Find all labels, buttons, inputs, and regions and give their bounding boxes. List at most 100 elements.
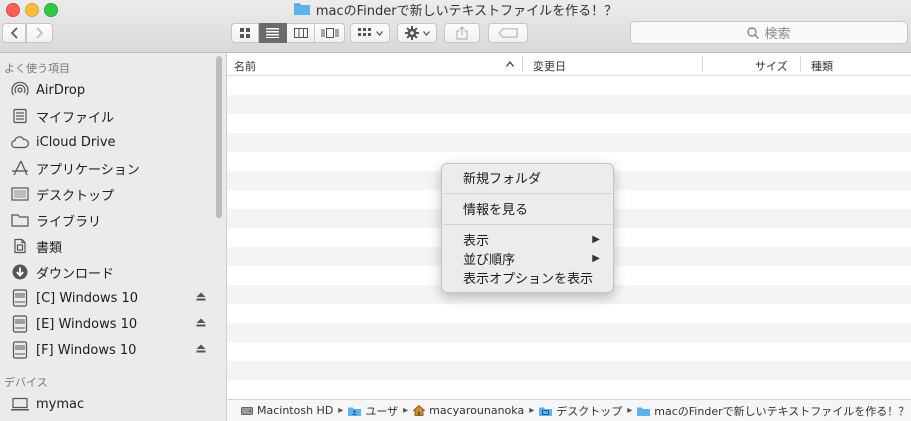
sidebar-item-drive-e[interactable]: [E] Windows 10 [10, 313, 215, 335]
empty-row [227, 361, 911, 380]
path-crumb[interactable]: Macintosh HD [241, 404, 333, 417]
search-icon [747, 26, 760, 39]
column-header-modified[interactable]: 変更日 [533, 58, 566, 74]
column-header-size[interactable]: サイズ [755, 58, 788, 74]
eject-icon[interactable] [196, 318, 206, 330]
path-crumb-label: ユーザ [365, 404, 399, 418]
sidebar-item-mymac[interactable]: mymac [10, 393, 215, 415]
cloud-icon [10, 133, 30, 151]
sidebar-item-label: アプリケーション [36, 162, 140, 178]
drive-icon [10, 289, 30, 307]
column-view-button[interactable] [287, 23, 315, 43]
sidebar-item-drive-f[interactable]: [F] Windows 10 [10, 339, 215, 361]
submenu-arrow-icon: ▶ [592, 234, 600, 245]
sidebar-item-label: AirDrop [36, 82, 86, 98]
sidebar-item-label: 書類 [36, 240, 63, 256]
action-button[interactable] [397, 23, 437, 43]
sidebar-item-label: [C] Windows 10 [36, 290, 139, 306]
menu-item-label: 並び順序 [463, 253, 516, 268]
sort-ascending-icon [506, 61, 514, 67]
hard-disk-icon [241, 406, 253, 415]
column-header-bar: 名前 変更日 サイズ 種類 [227, 53, 911, 76]
column-divider[interactable] [522, 56, 523, 72]
eject-icon[interactable] [196, 344, 206, 356]
menu-item-new-folder[interactable]: 新規フォルダ [463, 168, 603, 187]
menu-item-label: 表示 [463, 234, 490, 249]
sidebar-item-label: iCloud Drive [36, 134, 116, 150]
sidebar-favorites-header: よく使う項目 [4, 62, 70, 75]
path-crumb[interactable]: macのFinderで新しいテキストファイルを作る！？ [637, 403, 909, 419]
window-title: macのFinderで新しいテキストファイルを作る！？ [0, 0, 911, 19]
search-field[interactable]: 検索 [630, 21, 908, 44]
menu-item-label: 表示オプションを表示 [463, 272, 594, 287]
sidebar-item-label: mymac [36, 396, 85, 412]
list-icon [266, 28, 279, 38]
icon-view-button[interactable] [231, 23, 259, 43]
submenu-arrow-icon: ▶ [592, 253, 600, 264]
columns-icon [293, 28, 308, 38]
laptop-icon [10, 395, 30, 413]
column-divider[interactable] [702, 56, 703, 72]
airdrop-icon [10, 81, 30, 99]
path-bar: Macintosh HD ▸ ユーザ ▸ macyarounanoka ▸ デス… [227, 399, 911, 421]
sidebar-item-airdrop[interactable]: AirDrop [10, 79, 215, 101]
menu-item-show-view-options[interactable]: 表示オプションを表示 [463, 268, 603, 287]
folder-icon [637, 407, 651, 416]
tags-button[interactable] [488, 23, 528, 43]
path-crumb[interactable]: ユーザ [348, 403, 398, 419]
empty-row [227, 323, 911, 342]
list-view-button[interactable] [259, 23, 287, 43]
sidebar-item-label: [F] Windows 10 [36, 342, 137, 358]
share-button[interactable] [444, 23, 480, 43]
chevron-down-icon [375, 30, 383, 36]
eject-icon[interactable] [196, 292, 206, 304]
forward-button[interactable] [26, 23, 53, 43]
share-icon [456, 26, 468, 40]
column-header-name[interactable]: 名前 [234, 58, 256, 74]
menu-separator [443, 224, 612, 225]
sidebar-item-label: マイファイル [36, 110, 115, 126]
sidebar-item-label: デスクトップ [36, 188, 115, 204]
path-crumb[interactable]: デスクトップ [539, 403, 622, 419]
path-crumb-label: Macintosh HD [257, 404, 334, 417]
sidebar-item-all-my-files[interactable]: マイファイル [10, 105, 215, 127]
users-folder-icon [348, 407, 362, 416]
sidebar-scrollbar[interactable] [216, 56, 222, 218]
path-crumb[interactable]: macyarounanoka [413, 404, 524, 417]
chevron-right-icon [35, 27, 43, 39]
sidebar-item-documents[interactable]: 書類 [10, 235, 215, 257]
sidebar-item-applications[interactable]: アプリケーション [10, 157, 215, 179]
sidebar-item-library[interactable]: ライブラリ [10, 209, 215, 231]
drive-icon [10, 315, 30, 333]
empty-row [227, 95, 911, 114]
back-button[interactable] [2, 23, 26, 43]
column-divider[interactable] [800, 56, 801, 72]
all-my-files-icon [10, 107, 30, 125]
desktop-icon [10, 185, 30, 203]
column-header-kind[interactable]: 種類 [811, 58, 833, 74]
desktop-folder-icon [539, 407, 553, 416]
sidebar-item-label: ダウンロード [36, 266, 115, 282]
download-icon [10, 263, 30, 281]
arrange-button[interactable] [350, 23, 390, 43]
sidebar-item-desktop[interactable]: デスクトップ [10, 183, 215, 205]
documents-icon [10, 237, 30, 255]
applications-icon [10, 159, 30, 177]
sidebar-item-downloads[interactable]: ダウンロード [10, 261, 215, 283]
sidebar-item-label: ライブラリ [36, 214, 102, 230]
path-separator-icon: ▸ [403, 405, 409, 416]
menu-item-get-info[interactable]: 情報を見る [463, 199, 603, 218]
sidebar: よく使う項目 AirDrop マイファイル iCloud Drive アプリケー… [0, 53, 227, 421]
grid-icon [239, 27, 250, 38]
empty-row [227, 76, 911, 95]
coverflow-view-button[interactable] [315, 23, 345, 43]
menu-item-view[interactable]: 表示 ▶ [463, 230, 603, 249]
sidebar-item-drive-c[interactable]: [C] Windows 10 [10, 287, 215, 309]
home-icon [413, 405, 426, 416]
sidebar-item-icloud-drive[interactable]: iCloud Drive [10, 131, 215, 153]
menu-item-sort-by[interactable]: 並び順序 ▶ [463, 249, 603, 268]
sidebar-item-label: [E] Windows 10 [36, 316, 138, 332]
drive-icon [10, 341, 30, 359]
window-title-text: macのFinderで新しいテキストファイルを作る！？ [315, 3, 618, 19]
path-crumb-label: デスクトップ [556, 404, 623, 418]
